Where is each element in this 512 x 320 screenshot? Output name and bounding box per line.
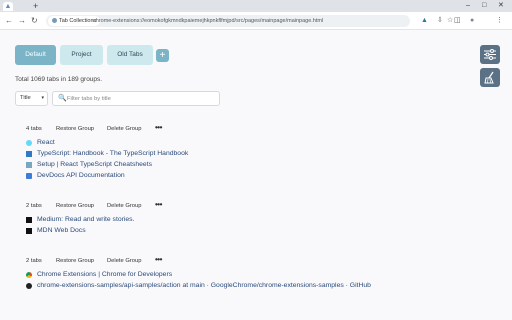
settings-button[interactable]: [480, 45, 500, 64]
new-tab-button[interactable]: +: [33, 1, 38, 11]
more-options-icon[interactable]: •••: [155, 201, 162, 209]
more-options-icon[interactable]: •••: [155, 124, 162, 132]
filter-box[interactable]: 🔍: [52, 91, 220, 106]
sort-select[interactable]: Title ▾: [15, 91, 48, 106]
browser-toolbar: ← → ↻ Tab Collections chrome-extensions:…: [0, 12, 512, 30]
group-button-old-tabs[interactable]: Old Tabs: [107, 45, 153, 65]
url-text[interactable]: chrome-extensions://eomokofgkmndkpaiemej…: [93, 15, 323, 27]
group-tab-count: 4 tabs: [26, 126, 42, 132]
filter-input[interactable]: [67, 93, 217, 104]
sort-select-value: Title: [20, 95, 31, 101]
search-icon: 🔍: [58, 95, 67, 102]
tab-title: TypeScript: Handbook - The TypeScript Ha…: [37, 150, 189, 157]
download-icon[interactable]: ⇩: [437, 15, 443, 27]
cleanup-button[interactable]: [480, 68, 500, 87]
group-tab-count: 2 tabs: [26, 258, 42, 264]
minimize-icon[interactable]: –: [466, 0, 470, 11]
reload-icon[interactable]: ↻: [31, 15, 38, 27]
extension-chip-icon: [52, 18, 57, 24]
tab-title: MDN Web Docs: [37, 227, 86, 234]
tab-title: Setup | React TypeScript Cheatsheets: [37, 161, 152, 168]
browser-tab-strip: ▲ + – □ ✕: [0, 0, 512, 12]
menu-dots-icon[interactable]: ⋮: [496, 15, 503, 27]
delete-group-button[interactable]: Delete Group: [107, 256, 141, 266]
restore-group-button[interactable]: Restore Group: [56, 256, 94, 266]
maximize-icon[interactable]: □: [482, 0, 486, 11]
github-icon: [26, 283, 32, 289]
tab-total-summary: Total 1069 tabs in 189 groups.: [15, 76, 103, 83]
address-bar[interactable]: Tab Collections chrome-extensions://eomo…: [46, 15, 453, 27]
tab-title: Medium: Read and write stories.: [37, 216, 135, 223]
more-options-icon[interactable]: •••: [155, 256, 162, 264]
extension-icon[interactable]: ▲: [421, 15, 428, 27]
broom-icon: [484, 71, 494, 84]
chrome-icon: [26, 272, 32, 278]
tab-title: Chrome Extensions | Chrome for Developer…: [37, 271, 173, 278]
cheatsheet-icon: [26, 162, 32, 168]
active-tab-favicon-icon[interactable]: ▲: [3, 2, 13, 11]
react-icon: [26, 140, 32, 146]
group-tab-count: 2 tabs: [26, 203, 42, 209]
devdocs-icon: [26, 173, 32, 179]
chevron-down-icon: ▾: [41, 95, 44, 101]
tab-title: chrome-extensions-samples/api-samples/ac…: [37, 282, 371, 289]
close-window-icon[interactable]: ✕: [498, 0, 504, 11]
medium-icon: [26, 217, 32, 223]
typescript-icon: [26, 151, 32, 157]
restore-group-button[interactable]: Restore Group: [56, 201, 94, 211]
restore-group-button[interactable]: Restore Group: [56, 124, 94, 134]
group-button-project[interactable]: Project: [60, 45, 103, 65]
add-group-button[interactable]: +: [156, 49, 169, 62]
tab-title: React: [37, 139, 55, 146]
tab-title: DevDocs API Documentation: [37, 172, 125, 179]
mdn-icon: [26, 228, 32, 234]
delete-group-button[interactable]: Delete Group: [107, 201, 141, 211]
delete-group-button[interactable]: Delete Group: [107, 124, 141, 134]
side-panel-icon[interactable]: ◫: [454, 15, 461, 27]
profile-avatar-icon[interactable]: ●: [470, 15, 474, 27]
bookmark-star-icon[interactable]: ☆: [447, 15, 453, 27]
settings-sliders-icon: [484, 49, 496, 60]
group-button-default[interactable]: Default: [15, 45, 56, 65]
extension-chip-label: Tab Collections: [59, 18, 97, 24]
back-icon[interactable]: ←: [5, 15, 13, 27]
forward-icon[interactable]: →: [18, 15, 26, 27]
